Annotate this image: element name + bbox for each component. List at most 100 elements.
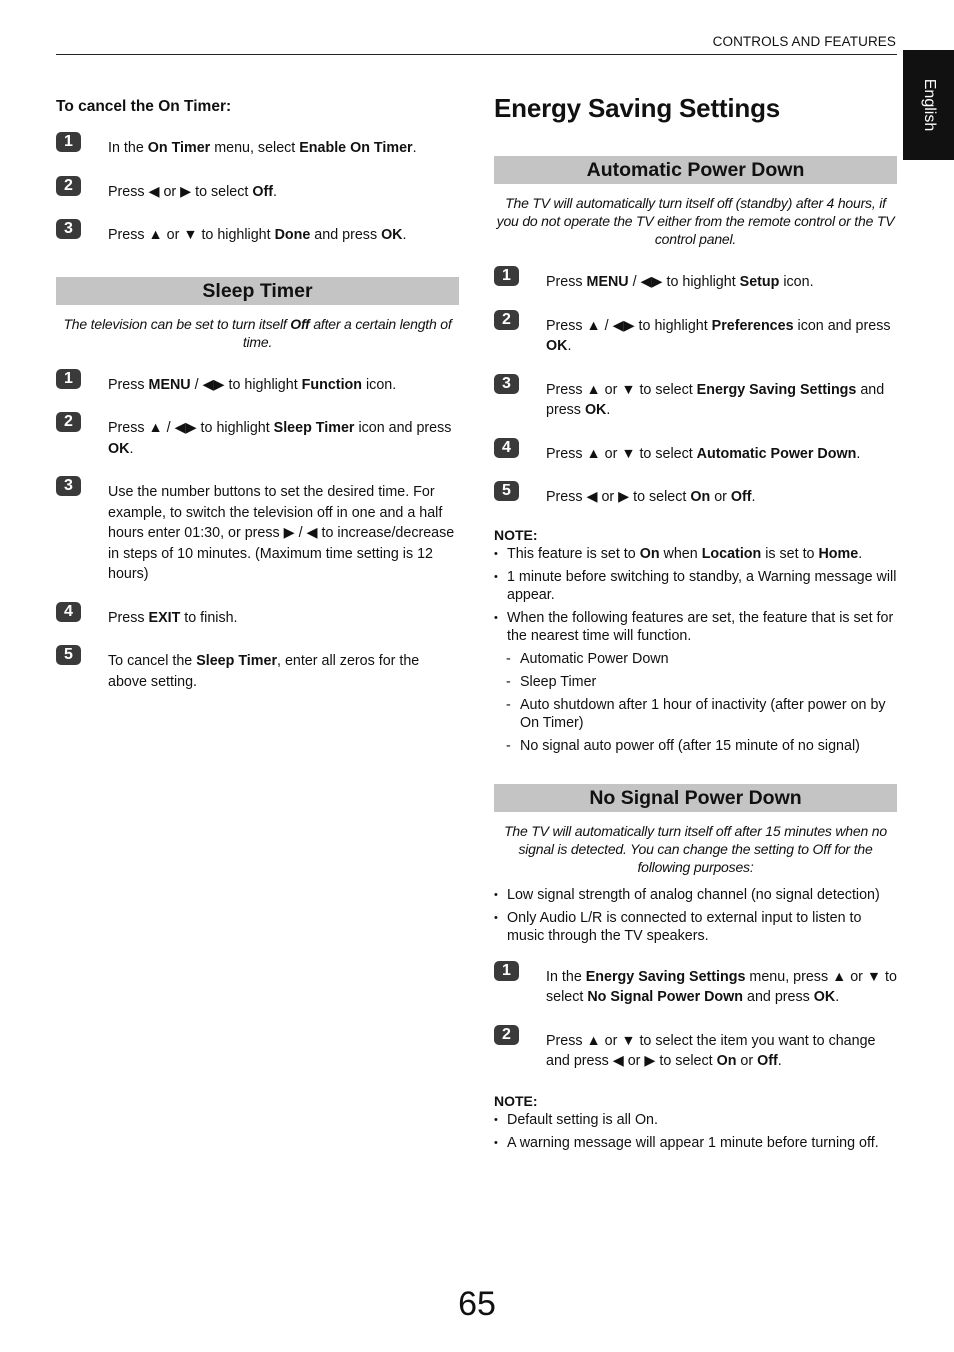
page-number: 65 <box>458 1285 496 1323</box>
cancel-on-timer-heading: To cancel the On Timer: <box>56 98 232 115</box>
text-run: icon. <box>779 274 814 290</box>
text-run: . <box>402 227 407 243</box>
bold-term: Off <box>290 315 310 332</box>
step-number-badge: 3 <box>56 219 81 239</box>
note-subitem: Sleep Timer <box>494 673 897 691</box>
bold-term: OK <box>584 402 607 418</box>
instruction-step: 3 Use the number buttons to set the desir… <box>56 476 459 585</box>
bold-term: Location <box>701 545 762 562</box>
bold-term: EXIT <box>148 609 181 626</box>
text-run: Press ◀ or ▶ to select <box>108 183 253 200</box>
bold-term: Function <box>301 376 363 393</box>
step-number-badge: 1 <box>494 266 519 286</box>
bold-term: Enable On Timer <box>299 140 413 156</box>
note-item: 1 minute before switching to standby, a … <box>494 568 897 604</box>
text-run: . <box>835 989 840 1005</box>
automatic-power-down-intro: The TV will automatically turn itself of… <box>496 195 895 247</box>
instruction-step: 1 Press MENU / ◀▶ to highlight Function i… <box>56 368 459 396</box>
section-header-label: CONTROLS AND FEATURES <box>712 34 896 49</box>
sleep-timer-steps: 1 Press MENU / ◀▶ to highlight Function i… <box>56 368 459 693</box>
text-run: Press ▲ / ◀▶ to highlight <box>546 317 712 334</box>
text-run: Press ▲ or ▼ to select <box>546 445 697 462</box>
step-text: To cancel the Sleep Timer, enter all zer… <box>108 653 419 690</box>
text-run: Press ▲ / ◀▶ to highlight <box>108 420 274 436</box>
bold-term: Setup <box>739 274 780 290</box>
step-text: Use the number buttons to set the desire… <box>108 484 454 582</box>
instruction-step: 3 Press ▲ or ▼ to select Energy Saving Se… <box>494 373 897 421</box>
bold-term: Home <box>818 545 859 562</box>
step-number-badge: 3 <box>494 373 519 394</box>
instruction-step: 2 Press ▲ or ▼ to select the item you wan… <box>494 1024 897 1072</box>
text-run: is set to <box>761 545 819 562</box>
note-item: Default setting is all On. <box>494 1111 897 1129</box>
text-run: Press <box>108 609 149 626</box>
step-text: Press ▲ or ▼ to select Automatic Power D… <box>546 446 860 462</box>
text-run: In the <box>108 140 148 156</box>
no-signal-power-down-intro: The TV will automatically turn itself of… <box>504 822 887 875</box>
bold-term: OK <box>546 338 568 354</box>
text-run: Sleep Timer <box>520 673 597 690</box>
no-signal-power-down-steps: 1 In the Energy Saving Settings menu, pre… <box>494 960 897 1072</box>
automatic-power-down-steps: 1 Press MENU / ◀▶ to highlight Setup icon… <box>494 266 897 508</box>
no-signal-purposes: Low signal strength of analog channel (n… <box>494 886 897 945</box>
page-title: Energy Saving Settings <box>494 93 781 123</box>
note-item: When the following features are set, the… <box>494 609 897 645</box>
step-text: Press EXIT to finish. <box>108 610 238 626</box>
text-run: icon and press <box>793 317 891 334</box>
step-number-badge: 1 <box>56 368 81 389</box>
bold-term: On <box>716 1053 737 1069</box>
text-run: icon. <box>362 376 397 393</box>
bold-term: Energy Saving Settings <box>585 968 746 985</box>
text-run: or <box>710 489 731 505</box>
text-run: Low signal strength of analog channel (n… <box>507 886 880 903</box>
instruction-step: 2 Press ▲ / ◀▶ to highlight Sleep Timer i… <box>56 412 459 459</box>
instruction-step: 1 In the Energy Saving Settings menu, pre… <box>494 960 897 1008</box>
step-number-badge: 5 <box>494 481 519 501</box>
automatic-power-down-notes: This feature is set to On when Location … <box>494 545 897 755</box>
text-run: This feature is set to <box>507 545 640 562</box>
text-run: and press <box>310 227 382 243</box>
no-signal-power-down-section-title: No Signal Power Down <box>494 783 897 812</box>
text-run: Only Audio L/R is connected to external … <box>507 909 862 944</box>
text-run: Automatic Power Down <box>520 650 669 667</box>
bold-term: OK <box>381 227 403 243</box>
note-subitem: No signal auto power off (after 15 minut… <box>494 737 897 755</box>
step-text: Press ◀ or ▶ to select Off. <box>108 184 277 200</box>
bold-term: On <box>639 545 660 562</box>
instruction-step: 4 Press ▲ or ▼ to select Automatic Power … <box>494 437 897 465</box>
text-run: . <box>129 440 134 457</box>
bold-term: No Signal Power Down <box>587 989 744 1005</box>
text-run: Press <box>546 274 587 290</box>
step-number-badge: 1 <box>494 960 519 981</box>
text-run: to finish. <box>180 609 238 626</box>
bold-term: Sleep Timer <box>196 653 278 669</box>
right-column: Energy Saving Settings Automatic Power D… <box>494 93 897 1157</box>
text-run: . <box>412 140 417 156</box>
step-number-badge: 1 <box>56 132 81 152</box>
text-run: and press <box>743 989 814 1005</box>
no-signal-note-title: NOTE: <box>494 1092 538 1109</box>
step-text: Press MENU / ◀▶ to highlight Function ic… <box>108 377 396 393</box>
no-signal-notes: Default setting is all On. A warning mess… <box>494 1111 897 1152</box>
text-run: . <box>606 402 611 418</box>
instruction-step: 4 Press EXIT to finish. <box>56 601 459 629</box>
sleep-timer-section-title: Sleep Timer <box>56 276 459 305</box>
step-number-badge: 3 <box>56 476 81 496</box>
text-run: . <box>856 445 861 462</box>
instruction-step: 2 Press ▲ / ◀▶ to highlight Preferences i… <box>494 309 897 357</box>
text-run: Press ▲ or ▼ to select <box>546 381 697 398</box>
bold-term: Sleep Timer <box>273 420 355 436</box>
step-text: Press ▲ or ▼ to select Energy Saving Set… <box>546 382 884 419</box>
bold-term: Preferences <box>711 317 794 334</box>
header-divider <box>56 54 897 55</box>
text-run: Press <box>108 376 149 393</box>
bold-term: Off <box>252 183 274 200</box>
bold-term: MENU <box>586 274 629 290</box>
bold-term: Energy Saving Settings <box>696 381 857 398</box>
note-subitem: Automatic Power Down <box>494 650 897 668</box>
instruction-step: 2 Press ◀ or ▶ to select Off. <box>56 175 459 203</box>
text-run: or <box>736 1053 758 1069</box>
text-run: . <box>567 338 572 354</box>
note-item: Only Audio L/R is connected to external … <box>494 909 897 945</box>
step-text: Press ▲ / ◀▶ to highlight Preferences ic… <box>546 318 891 355</box>
